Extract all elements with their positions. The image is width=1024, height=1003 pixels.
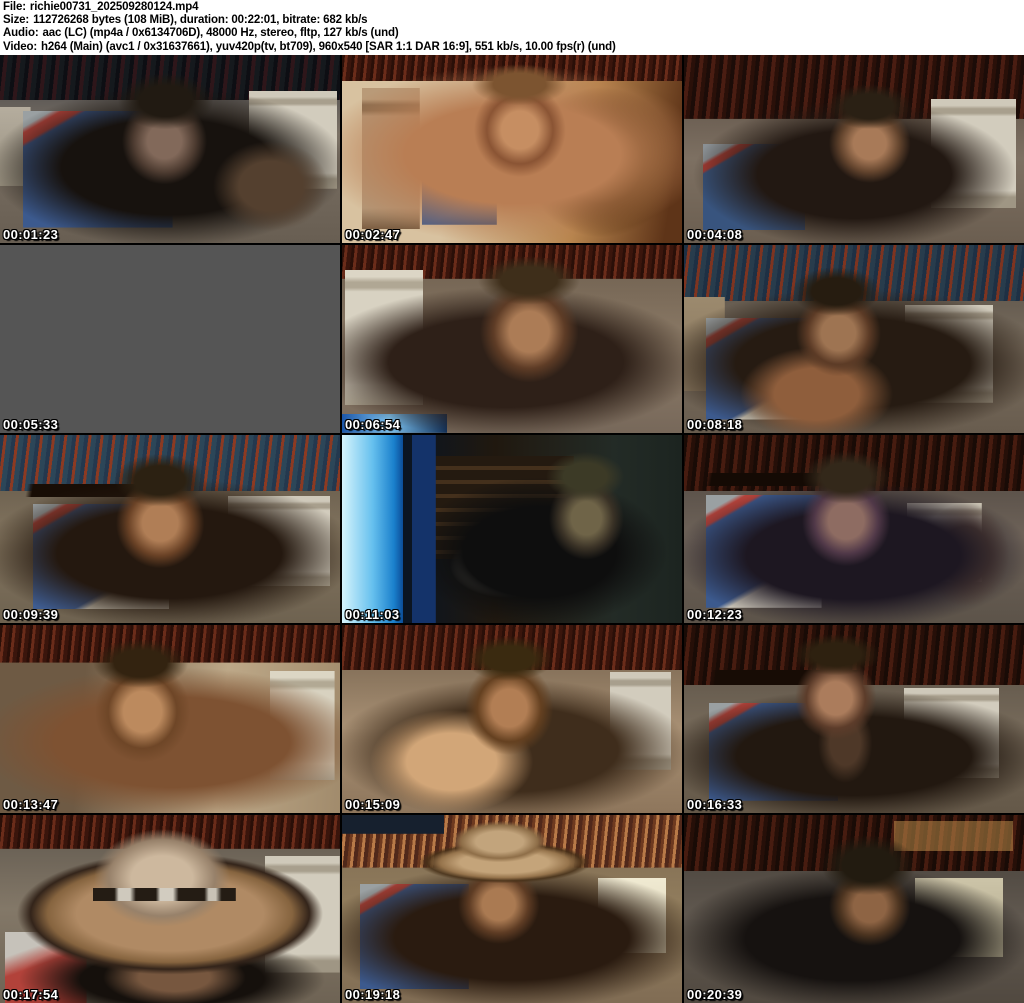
timestamp-overlay: 00:08:18 (687, 417, 743, 432)
file-value: richie00731_202509280124.mp4 (29, 1, 199, 13)
timestamp-overlay: 00:16:33 (687, 797, 743, 812)
timestamp-overlay: 00:20:39 (687, 987, 743, 1002)
timestamp-overlay: 00:19:18 (345, 987, 401, 1002)
timestamp-overlay: 00:15:09 (345, 797, 401, 812)
timestamp-overlay: 00:04:08 (687, 227, 743, 242)
timestamp-overlay: 00:01:23 (3, 227, 59, 242)
thumbnail-cell[interactable]: 00:04:08 (684, 55, 1024, 243)
timestamp-overlay: 00:09:39 (3, 607, 59, 622)
thumbnail-cell[interactable]: 00:13:47 (0, 625, 340, 813)
thumbnail-cell[interactable]: 00:16:33 (684, 625, 1024, 813)
timestamp-overlay: 00:12:23 (687, 607, 743, 622)
audio-label: Audio: (3, 27, 39, 40)
video-label: Video: (3, 40, 38, 53)
header-line-size: Size: 112726268 bytes (108 MiB), duration… (3, 14, 1024, 27)
header-line-audio: Audio: aac (LC) (mp4a / 0x6134706D), 4800… (3, 27, 1024, 40)
thumbnail-cell[interactable]: 00:15:09 (342, 625, 682, 813)
thumbnail-cell[interactable]: 00:09:39 (0, 435, 340, 623)
thumbnail-cell[interactable]: 00:01:23 (0, 55, 340, 243)
header-line-video: Video: h264 (Main) (avc1 / 0x31637661), y… (3, 41, 1024, 54)
thumbnail-cell[interactable]: 00:20:39 (684, 815, 1024, 1003)
thumbnail-cell[interactable]: 00:08:18 (684, 245, 1024, 433)
size-value: 112726268 bytes (108 MiB), duration: 00:… (33, 14, 368, 27)
header-line-file: File: richie00731_202509280124.mp4 (3, 1, 1024, 14)
metadata-header: File: richie00731_202509280124.mp4 Size: 1… (0, 0, 1024, 55)
timestamp-overlay: 00:06:54 (345, 417, 401, 432)
thumbnail-cell[interactable]: 00:05:33 (0, 245, 340, 433)
video-value: h264 (Main) (avc1 / 0x31637661), yuv420p… (41, 40, 616, 53)
timestamp-overlay: 00:11:03 (345, 607, 400, 622)
audio-value: aac (LC) (mp4a / 0x6134706D), 48000 Hz, … (42, 27, 399, 40)
timestamp-overlay: 00:13:47 (3, 797, 59, 812)
thumbnail-cell[interactable]: 00:12:23 (684, 435, 1024, 623)
thumbnail-cell[interactable]: 00:06:54 (342, 245, 682, 433)
file-label: File: (3, 1, 26, 13)
timestamp-overlay: 00:05:33 (3, 417, 59, 432)
thumbnail-cell[interactable]: 00:17:54 (0, 815, 340, 1003)
video-contact-sheet: File: richie00731_202509280124.mp4 Size: 1… (0, 0, 1024, 1003)
timestamp-overlay: 00:02:47 (345, 227, 401, 242)
thumbnail-grid: 00:01:23 00:02:47 00:04:08 00:05:33 00:0… (0, 55, 1024, 1003)
timestamp-overlay: 00:17:54 (3, 987, 59, 1002)
size-label: Size: (3, 14, 30, 27)
thumbnail-cell[interactable]: 00:02:47 (342, 55, 682, 243)
thumbnail-cell[interactable]: 00:19:18 (342, 815, 682, 1003)
thumbnail-cell[interactable]: 00:11:03 (342, 435, 682, 623)
